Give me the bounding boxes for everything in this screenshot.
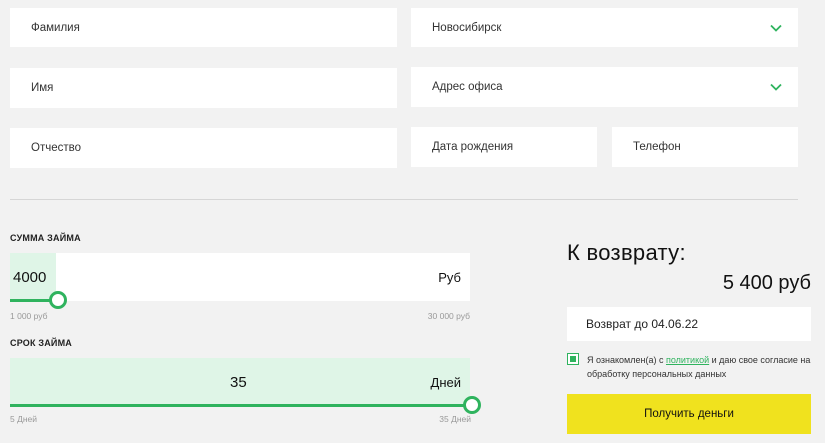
loan-term-max: 35 Дней [439,414,471,424]
loan-amount-handle[interactable] [49,291,67,309]
phone-field[interactable]: Телефон [612,127,798,167]
phone-placeholder: Телефон [633,141,681,153]
middle-name-placeholder: Отчество [31,142,81,154]
loan-term-track [10,404,466,407]
loan-term-value[interactable]: 35 [230,374,247,391]
city-value: Новосибирск [432,21,502,34]
return-date: Возврат до 04.06.22 [567,307,811,341]
consent-checkbox[interactable] [567,353,579,365]
loan-amount-unit: Руб [438,270,461,285]
return-date-text: Возврат до 04.06.22 [586,317,699,331]
return-title: К возврату: [567,240,686,265]
consent-text-before: Я ознакомлен(а) с [587,355,666,365]
loan-term-min: 5 Дней [10,414,38,424]
loan-amount-label: СУММА ЗАЙМА [10,233,81,243]
loan-term-label: СРОК ЗАЙМА [10,338,72,348]
birth-date-field[interactable]: Дата рождения [411,127,597,167]
loan-amount-value[interactable]: 4000 [13,269,46,286]
section-divider [10,199,798,200]
loan-amount-max: 30 000 руб [427,311,470,321]
return-amount: 5 400 руб [722,272,811,294]
office-address-select[interactable]: Адрес офиса [411,67,798,107]
checkbox-check-icon [570,356,576,362]
loan-term-slider[interactable]: 35 Дней [10,358,470,405]
middle-name-field[interactable]: Отчество [10,128,397,168]
last-name-placeholder: Фамилия [31,21,80,34]
first-name-placeholder: Имя [31,82,54,94]
policy-link[interactable]: политикой [666,355,709,365]
chevron-down-icon [770,24,782,32]
chevron-down-icon [770,83,782,91]
get-money-button[interactable]: Получить деньги [567,394,811,434]
city-select[interactable]: Новосибирск [411,8,798,47]
birth-date-placeholder: Дата рождения [432,141,514,153]
loan-term-unit: Дней [430,375,461,390]
loan-amount-min: 1 000 руб [10,311,48,321]
consent-text: Я ознакомлен(а) с политикой и даю свое с… [587,353,812,381]
loan-amount-slider[interactable]: 4000 Руб [10,253,470,301]
first-name-field[interactable]: Имя [10,68,397,108]
last-name-field[interactable]: Фамилия [10,8,397,47]
loan-term-handle[interactable] [463,396,481,414]
office-address-placeholder: Адрес офиса [432,81,503,93]
